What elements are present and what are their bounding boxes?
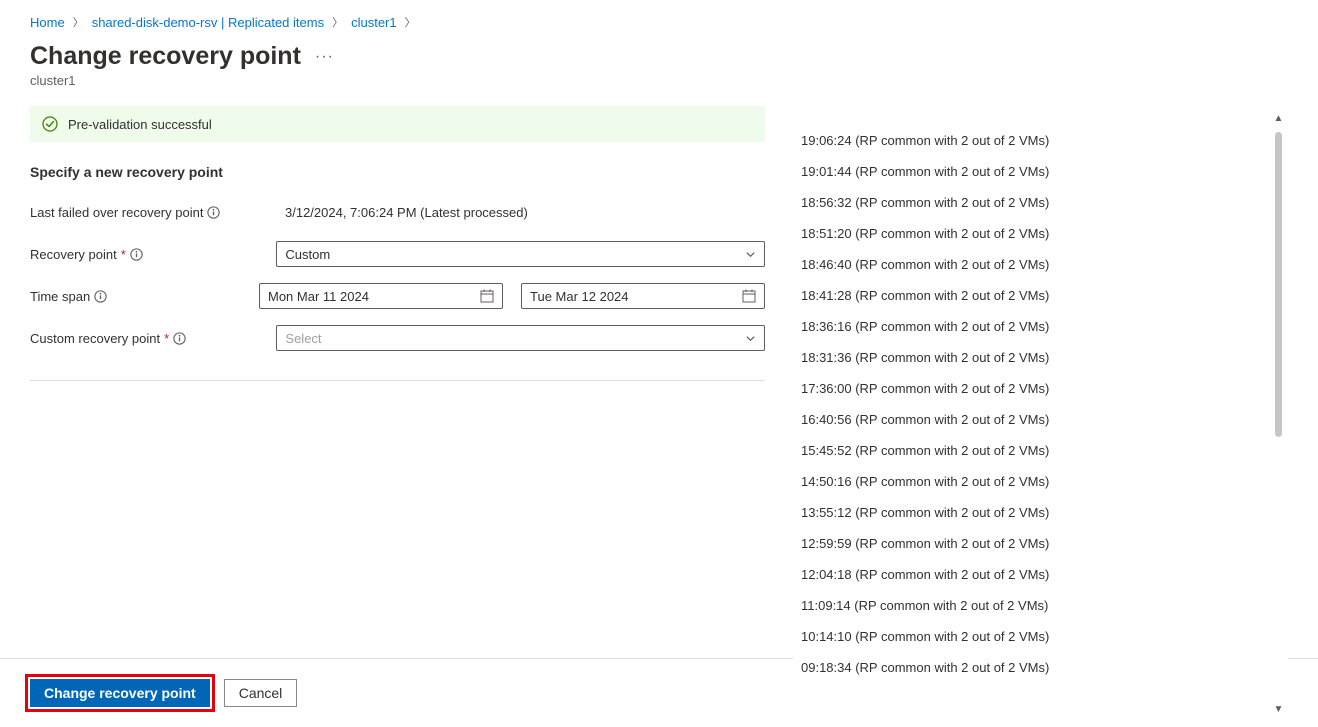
label-time-span: Time span <box>30 289 259 304</box>
scroll-down-arrow-icon[interactable]: ▼ <box>1274 705 1284 715</box>
chevron-right-icon: 〉 <box>405 14 416 30</box>
recovery-point-option[interactable]: 10:14:10 (RP common with 2 out of 2 VMs) <box>793 621 1268 652</box>
change-recovery-point-button[interactable]: Change recovery point <box>30 679 210 707</box>
calendar-icon <box>480 289 494 303</box>
cancel-button[interactable]: Cancel <box>224 679 298 707</box>
page-subtitle: cluster1 <box>0 71 1318 106</box>
divider <box>30 380 765 381</box>
banner-text: Pre-validation successful <box>68 117 212 132</box>
recovery-point-option[interactable]: 11:09:14 (RP common with 2 out of 2 VMs) <box>793 590 1268 621</box>
info-icon[interactable] <box>207 206 220 219</box>
recovery-point-option[interactable]: 13:55:12 (RP common with 2 out of 2 VMs) <box>793 497 1268 528</box>
section-heading: Specify a new recovery point <box>30 164 765 180</box>
recovery-point-option[interactable]: 09:18:34 (RP common with 2 out of 2 VMs) <box>793 652 1268 683</box>
recovery-point-option[interactable]: 18:56:32 (RP common with 2 out of 2 VMs) <box>793 187 1268 218</box>
breadcrumb-cluster[interactable]: cluster1 <box>351 15 397 30</box>
breadcrumb-home[interactable]: Home <box>30 15 65 30</box>
recovery-point-option[interactable]: 18:36:16 (RP common with 2 out of 2 VMs) <box>793 311 1268 342</box>
chevron-down-icon <box>745 249 756 260</box>
validation-banner: Pre-validation successful <box>30 106 765 142</box>
required-asterisk: * <box>121 247 126 262</box>
date-to-input[interactable]: Tue Mar 12 2024 <box>521 283 765 309</box>
more-icon[interactable]: ··· <box>315 48 334 66</box>
recovery-point-select[interactable]: Custom <box>276 241 765 267</box>
info-icon[interactable] <box>173 332 186 345</box>
recovery-point-option[interactable]: 12:59:59 (RP common with 2 out of 2 VMs) <box>793 528 1268 559</box>
label-last-failed: Last failed over recovery point <box>30 205 285 220</box>
page-title: Change recovery point <box>30 42 301 71</box>
recovery-point-option[interactable]: 19:06:24 (RP common with 2 out of 2 VMs) <box>793 125 1268 156</box>
scroll-up-arrow-icon[interactable]: ▲ <box>1274 114 1284 124</box>
calendar-icon <box>742 289 756 303</box>
breadcrumb: Home 〉 shared-disk-demo-rsv | Replicated… <box>0 0 1318 36</box>
recovery-point-option[interactable]: 17:36:00 (RP common with 2 out of 2 VMs) <box>793 373 1268 404</box>
value-last-failed: 3/12/2024, 7:06:24 PM (Latest processed) <box>285 205 765 220</box>
label-recovery-point: Recovery point * <box>30 247 276 262</box>
info-icon[interactable] <box>94 290 107 303</box>
info-icon[interactable] <box>130 248 143 261</box>
date-from-input[interactable]: Mon Mar 11 2024 <box>259 283 503 309</box>
recovery-point-option[interactable]: 12:04:18 (RP common with 2 out of 2 VMs) <box>793 559 1268 590</box>
recovery-point-dropdown-panel: 3/12/2024 19:06:24 (RP common with 2 out… <box>793 112 1288 717</box>
scroll-thumb[interactable] <box>1275 132 1282 437</box>
recovery-point-option[interactable]: 15:45:52 (RP common with 2 out of 2 VMs) <box>793 435 1268 466</box>
chevron-down-icon <box>745 333 756 344</box>
required-asterisk: * <box>164 331 169 346</box>
scrollbar[interactable]: ▲ ▼ <box>1271 114 1286 715</box>
recovery-point-option[interactable]: 16:40:56 (RP common with 2 out of 2 VMs) <box>793 404 1268 435</box>
chevron-right-icon: 〉 <box>332 14 343 30</box>
recovery-point-option[interactable]: 14:50:16 (RP common with 2 out of 2 VMs) <box>793 466 1268 497</box>
recovery-point-option[interactable]: 18:31:36 (RP common with 2 out of 2 VMs) <box>793 342 1268 373</box>
panel-date-header: 3/12/2024 <box>793 112 1268 125</box>
recovery-point-option[interactable]: 18:51:20 (RP common with 2 out of 2 VMs) <box>793 218 1268 249</box>
custom-recovery-point-select[interactable]: Select <box>276 325 765 351</box>
breadcrumb-rsv[interactable]: shared-disk-demo-rsv | Replicated items <box>92 15 324 30</box>
chevron-right-icon: 〉 <box>73 14 84 30</box>
label-custom-rp: Custom recovery point * <box>30 331 276 346</box>
check-circle-icon <box>42 116 58 132</box>
recovery-point-option[interactable]: 18:46:40 (RP common with 2 out of 2 VMs) <box>793 249 1268 280</box>
recovery-point-option[interactable]: 19:01:44 (RP common with 2 out of 2 VMs) <box>793 156 1268 187</box>
recovery-point-option[interactable]: 18:41:28 (RP common with 2 out of 2 VMs) <box>793 280 1268 311</box>
